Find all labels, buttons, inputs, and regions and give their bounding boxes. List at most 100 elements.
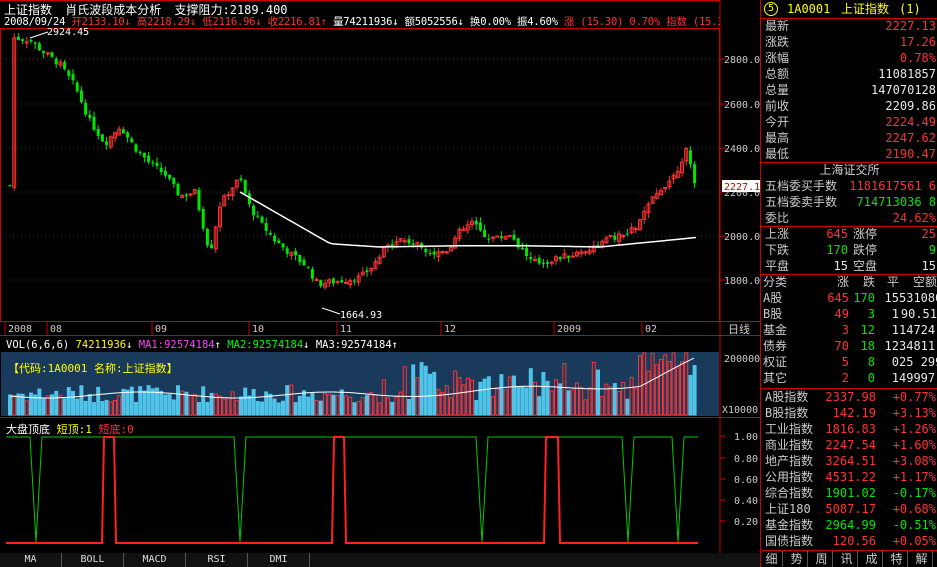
index-row[interactable]: 商业指数 2247.54 +1.60%: [761, 437, 937, 453]
volume-bar: [692, 365, 697, 416]
updown-label: 下跌: [765, 243, 790, 257]
quote-tab[interactable]: 讯: [836, 551, 858, 567]
quote-tab[interactable]: 势: [786, 551, 808, 567]
updown-value2: 15: [921, 259, 936, 273]
chart-canvas[interactable]: 2800.02600.02400.02200.02000.01800.02227…: [0, 0, 760, 553]
volume-bar: [87, 394, 92, 416]
index-row[interactable]: 工业指数 1816.83 +1.26%: [761, 421, 937, 437]
index-name: 工业指数: [765, 422, 814, 436]
category-cell: 5: [841, 355, 849, 369]
index-row[interactable]: 国债指数 120.56 +0.05%: [761, 533, 937, 549]
index-row[interactable]: 基金指数 2964.99 -0.51%: [761, 517, 937, 533]
indicator-tick-label: 0.80: [734, 454, 758, 465]
quote-value: 2209.86: [885, 99, 936, 113]
tab-macd[interactable]: MACD: [124, 553, 186, 567]
candle-down: [37, 43, 41, 51]
candle-up: [440, 250, 445, 253]
short-top-line: [6, 436, 698, 543]
category-row[interactable]: B股 49 3 1 90.51: [761, 306, 937, 322]
date-label: 08: [50, 324, 62, 335]
category-cell: 170: [853, 291, 875, 305]
index-change: +1.60%: [892, 438, 936, 452]
category-header-cell: 跌: [862, 275, 875, 289]
candle-down: [268, 232, 272, 235]
quote-label: 总量: [765, 83, 790, 97]
volume-bar: [411, 364, 416, 416]
candle-down: [54, 58, 58, 65]
candle-down: [546, 262, 550, 264]
index-row[interactable]: B股指数 142.19 +3.13%: [761, 405, 937, 421]
quote-label: 涨跌: [765, 35, 790, 49]
quote-value: 0.78%: [899, 51, 936, 65]
index-row[interactable]: 上证180 5087.17 +0.68%: [761, 501, 937, 517]
candle-up: [633, 228, 638, 231]
category-cell: 90.51: [900, 307, 937, 321]
index-value: 5087.17: [825, 502, 876, 516]
category-row[interactable]: 基金 3 12 114724.8: [761, 322, 937, 338]
quote-tab[interactable]: 细: [761, 551, 783, 567]
tab-boll[interactable]: BOLL: [62, 553, 124, 567]
candle-down: [520, 247, 524, 250]
candle-down: [537, 257, 541, 264]
indicator-tick-label: 0.20: [734, 517, 758, 528]
order-label: 委比: [765, 211, 790, 225]
candle-down: [130, 138, 134, 143]
updown-value2: 25: [921, 227, 936, 241]
volume-bar: [688, 374, 693, 416]
category-row[interactable]: A股 645 170 15531080: [761, 290, 937, 306]
updown-label2: 跌停: [853, 243, 878, 257]
chart-header-line2: 2008/09/24 开2133.10↓ 高2218.29↓ 低2116.96↓…: [4, 14, 720, 29]
category-cell: 15: [884, 291, 899, 305]
index-row[interactable]: 地产指数 3264.51 +3.08%: [761, 453, 937, 469]
quote-value: 17.26: [899, 35, 936, 49]
updown-row: 平盘 15 空盘 15: [761, 258, 937, 274]
quote-label: 总额: [765, 67, 790, 81]
index-row[interactable]: 综合指数 1901.02 -0.17%: [761, 485, 937, 501]
volume-label: 【代码:1A0001 名称:上证指数】: [8, 362, 178, 375]
volume-bar: [239, 396, 243, 416]
candle-down: [478, 222, 482, 231]
vol-ma2: MA2:92574184: [227, 339, 304, 351]
category-row[interactable]: 债券 70 18 1234811.5: [761, 338, 937, 354]
date-label: 2009: [557, 324, 581, 335]
candle-down: [512, 234, 516, 240]
volume-bar: [171, 399, 176, 416]
quote-tab[interactable]: 特: [886, 551, 908, 567]
index-name: A股指数: [765, 390, 809, 404]
short-top: 短顶:1: [56, 423, 92, 436]
candle-down: [558, 257, 562, 260]
index-change: +1.26%: [892, 422, 936, 436]
volume-bar: [432, 371, 437, 416]
tab-ma[interactable]: MA: [0, 553, 62, 567]
tab-dmi[interactable]: DMI: [248, 553, 310, 567]
index-row[interactable]: 公用指数 4531.22 +1.17%: [761, 469, 937, 485]
quote-code: 1A0001: [787, 2, 831, 16]
candle-up: [226, 194, 231, 197]
volume-bar: [520, 386, 525, 416]
order-value: 24.62%: [892, 211, 936, 225]
quote-tab[interactable]: 解: [911, 551, 933, 567]
quote-tab[interactable]: 成: [861, 551, 883, 567]
volume-bar: [243, 387, 248, 416]
volume-bar: [121, 388, 126, 416]
order-value: 714713036 8: [856, 195, 936, 209]
date-label: 09: [155, 324, 167, 335]
short-bottom-line: [6, 436, 698, 544]
quote-label: 前收: [765, 99, 790, 113]
indicator-header: 大盘顶底 短顶:1 短底:0: [6, 421, 134, 437]
candle-down: [105, 141, 109, 145]
volume-bar: [566, 390, 571, 416]
index-name: 商业指数: [765, 438, 814, 452]
tab-rsi[interactable]: RSI: [186, 553, 248, 567]
category-row[interactable]: 权证 5 8 025 299: [761, 354, 937, 370]
volume-bar: [407, 398, 411, 416]
candle-down: [71, 73, 75, 81]
index-row[interactable]: A股指数 2337.98 +0.77%: [761, 389, 937, 405]
order-value: 1181617561 6: [849, 179, 936, 193]
candle-down: [483, 229, 487, 238]
quote-tab[interactable]: 周: [811, 551, 833, 567]
date: 2008/09/24: [4, 16, 66, 28]
category-row[interactable]: 其它 2 0 149997.5: [761, 370, 937, 386]
candle-down: [210, 244, 214, 249]
updown-value2: 9: [928, 243, 936, 257]
